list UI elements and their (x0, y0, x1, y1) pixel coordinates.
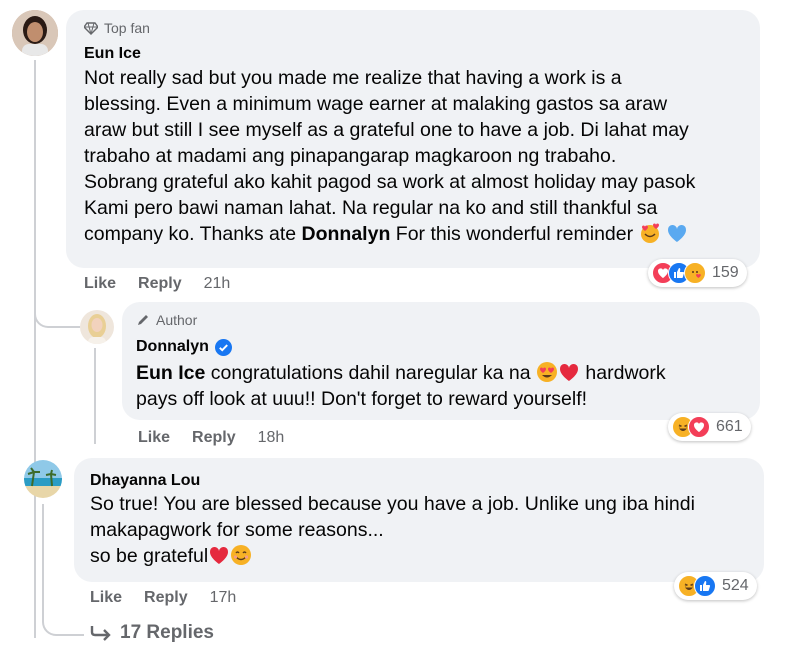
comment-text-line-last: company ko. Thanks ate Donnalyn For this… (84, 221, 754, 247)
like-button[interactable]: Like (90, 589, 122, 607)
reply-text-line: Eun Ice congratulations dahil naregular … (136, 360, 756, 386)
reaction-summary[interactable]: 661 (668, 413, 751, 441)
top-fan-label: Top fan (104, 20, 150, 36)
comment-author-name[interactable]: Eun Ice (84, 45, 141, 63)
avatar-eun-ice[interactable] (12, 10, 58, 56)
author-badge: Author (136, 312, 197, 328)
mention-link[interactable]: Donnalyn (302, 223, 391, 245)
comment-text-line: blessing. Even a minimum wage earner at … (84, 93, 668, 115)
view-replies-label: 17 Replies (120, 622, 214, 643)
replies-connector (42, 600, 84, 636)
care-reaction-icon (684, 262, 706, 284)
avatar-eun-ice-image (12, 10, 58, 56)
comment-text-segment: For this wonderful reminder (390, 223, 634, 245)
like-button[interactable]: Like (84, 275, 116, 293)
thread-line (34, 60, 36, 638)
comment-bubble: Dhayanna Lou So true! You are blessed be… (74, 458, 764, 582)
comment-text-line: Kami pero bawi naman lahat. Na regular n… (84, 197, 658, 219)
reaction-summary[interactable]: 159 (648, 259, 747, 287)
reply-button[interactable]: Reply (192, 429, 236, 447)
like-button[interactable]: Like (138, 429, 170, 447)
comment-text-line: So true! You are blessed because you hav… (90, 493, 695, 515)
reaction-summary[interactable]: 524 (674, 572, 757, 600)
diamond-icon (84, 22, 98, 35)
comment-text-line: Not really sad but you made me realize t… (84, 67, 622, 89)
reply-bubble: Author Donnalyn Eun Ice congratulations … (122, 302, 760, 420)
reply-button[interactable]: Reply (144, 589, 188, 607)
avatar-donnalyn-image (80, 310, 114, 344)
comment-timestamp[interactable]: 17h (210, 589, 237, 607)
love-reaction-icon (688, 416, 710, 438)
pencil-icon (138, 315, 148, 325)
comment-text-line: makapagwork for some reasons... (90, 519, 384, 541)
reaction-count: 524 (722, 577, 749, 594)
comment-text-segment: company ko. Thanks ate (84, 223, 302, 245)
avatar-dhayanna-lou-image (24, 460, 62, 498)
reply-timestamp[interactable]: 18h (258, 429, 285, 447)
reply-text: Eun Ice congratulations dahil naregular … (136, 360, 756, 412)
reply-text-line: pays off look at uuu!! Don't forget to r… (136, 388, 588, 410)
comment-text-line: araw but still I see myself as a gratefu… (84, 119, 689, 141)
reply-thread-line (94, 348, 96, 444)
comment-text-segment: so be grateful (90, 545, 209, 567)
avatar-donnalyn[interactable] (80, 310, 114, 344)
reply-text-segment: congratulations dahil naregular ka na (205, 362, 536, 384)
mention-link[interactable]: Eun Ice (136, 362, 205, 384)
reply-arrow-icon (90, 626, 111, 641)
red-heart-emoji-icon (559, 363, 579, 381)
red-heart-emoji-icon (210, 546, 229, 564)
avatar-dhayanna-lou[interactable] (24, 460, 62, 498)
reply-author-link[interactable]: Donnalyn (136, 338, 209, 356)
reaction-count: 661 (716, 418, 743, 435)
like-reaction-icon (694, 575, 716, 597)
view-replies-link[interactable]: 17 Replies (90, 622, 214, 644)
comment-timestamp[interactable]: 21h (204, 275, 231, 293)
comment-bubble: Top fan Eun Ice Not really sad but you m… (66, 10, 760, 268)
verified-badge-icon (214, 338, 232, 356)
comment-author-name[interactable]: Dhayanna Lou (90, 472, 200, 490)
comment-actions: Like Reply 17h (90, 589, 236, 607)
comment-text-line: trabaho at madami ang pinapangarap magka… (84, 145, 617, 167)
author-badge-label: Author (156, 312, 198, 328)
comment-text-line: so be grateful (90, 543, 760, 569)
reply-author-name: Donnalyn (136, 338, 232, 356)
comment-text-line: Sobrang grateful ako kahit pagod sa work… (84, 171, 696, 193)
heart-eyes-emoji-icon (537, 362, 557, 382)
comment-actions: Like Reply 21h (84, 275, 230, 293)
reply-actions: Like Reply 18h (138, 429, 284, 447)
reply-text-segment: hardwork (580, 362, 666, 384)
reply-connector (34, 268, 80, 328)
comment-text: So true! You are blessed because you hav… (90, 491, 760, 569)
blue-heart-emoji-icon (667, 224, 686, 242)
comment-text: Not really sad but you made me realize t… (84, 65, 754, 247)
reaction-count: 159 (712, 264, 739, 281)
reply-button[interactable]: Reply (138, 275, 182, 293)
smiling-face-emoji-icon (231, 545, 252, 565)
top-fan-badge: Top fan (84, 20, 150, 36)
smiling-face-with-hearts-emoji-icon (640, 223, 659, 243)
